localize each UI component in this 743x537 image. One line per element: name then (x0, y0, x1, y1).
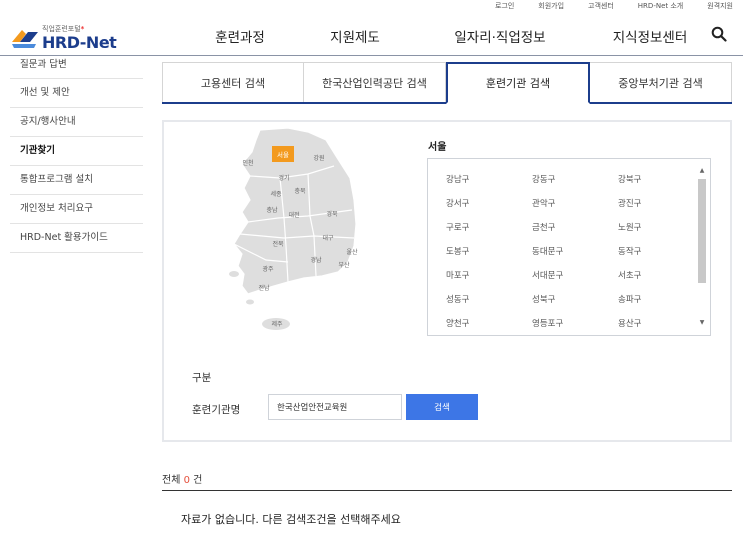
customer-center-link[interactable]: 고객센터 (588, 0, 614, 14)
category-label: 구분 (192, 372, 212, 384)
tab-central-agency[interactable]: 중앙부처기관 검색 (590, 62, 732, 102)
empty-message: 자료가 없습니다. 다른 검색조건을 선택해주세요 (181, 513, 401, 526)
side-menu-item-guide[interactable]: HRD-Net 활용가이드 (10, 224, 143, 253)
district-scrollbar[interactable]: ▲ ▼ (698, 167, 706, 327)
map-island (246, 299, 254, 305)
nav-support-system[interactable]: 지원제도 (300, 26, 410, 46)
result-total: 전체 0 건 (162, 475, 203, 486)
map-label-gyeongbuk[interactable]: 경북 (326, 211, 338, 218)
search-tabs: 고용센터 검색 한국산업인력공단 검색 훈련기관 검색 중앙부처기관 검색 (162, 62, 732, 104)
district-item[interactable]: 성동구 (446, 293, 532, 317)
nav-training-courses[interactable]: 훈련과정 (180, 26, 300, 46)
district-item[interactable]: 도봉구 (446, 245, 532, 269)
map-island (229, 271, 239, 277)
logo-icon (12, 30, 38, 48)
district-grid: 강남구 강동구 강북구강서구 관악구 광진구구로구 금천구 노원구도봉구 동대문구 동작구마포구… (446, 173, 696, 335)
header: 직업훈련포털* HRD-Net 훈련과정 지원제도 일자리·직업정보 지식정보센… (0, 14, 743, 56)
scroll-down-icon[interactable]: ▼ (698, 319, 706, 327)
district-item[interactable]: 마포구 (446, 269, 532, 293)
map-label-daejeon[interactable]: 대전 (288, 211, 299, 219)
map-label-busan[interactable]: 부산 (338, 261, 350, 269)
side-menu-item-suggestion[interactable]: 개선 및 제안 (10, 79, 143, 108)
district-item[interactable]: 동작구 (618, 245, 696, 269)
main-nav: 훈련과정 지원제도 일자리·직업정보 지식정보센터 (180, 26, 710, 46)
side-menu-item-privacy-request[interactable]: 개인정보 처리요구 (10, 195, 143, 224)
map-mainland (233, 127, 357, 295)
map-label-jeonnam[interactable]: 전남 (258, 284, 270, 292)
district-item[interactable]: 용산구 (618, 317, 696, 335)
result-count: 0 (183, 475, 190, 486)
district-item[interactable]: 광진구 (618, 197, 696, 221)
institution-name-label: 훈련기관명 (192, 404, 241, 416)
district-item[interactable]: 강동구 (532, 173, 618, 197)
about-link[interactable]: HRD-Net 소개 (638, 0, 683, 14)
district-item[interactable]: 강남구 (446, 173, 532, 197)
map-label-sejong[interactable]: 세종 (270, 190, 282, 198)
map-label-seoul[interactable]: 서울 (277, 150, 289, 159)
district-list: 강남구 강동구 강북구강서구 관악구 광진구구로구 금천구 노원구도봉구 동대문구 동작구마포구… (427, 158, 711, 336)
district-item[interactable]: 영등포구 (532, 317, 618, 335)
district-item[interactable]: 노원구 (618, 221, 696, 245)
search-icon[interactable] (711, 26, 727, 42)
scroll-up-icon[interactable]: ▲ (698, 167, 706, 175)
tab-hrd-korea[interactable]: 한국산업인력공단 검색 (304, 62, 446, 102)
map-label-gyeonggi[interactable]: 경기 (278, 174, 289, 182)
district-item[interactable]: 성북구 (532, 293, 618, 317)
logo[interactable]: 직업훈련포털* HRD-Net (10, 22, 120, 52)
side-menu: 질문과 답변 개선 및 제안 공지/행사안내 기관찾기 통합프로그램 설치 개인… (10, 58, 143, 253)
nav-job-info[interactable]: 일자리·직업정보 (410, 26, 590, 46)
signup-link[interactable]: 회원가입 (538, 0, 564, 14)
tab-training-institution[interactable]: 훈련기관 검색 (446, 62, 590, 104)
district-item[interactable]: 구로구 (446, 221, 532, 245)
institution-name-input[interactable] (268, 394, 402, 420)
district-item[interactable]: 동대문구 (532, 245, 618, 269)
map-label-daegu[interactable]: 대구 (322, 234, 334, 242)
side-menu-item-qna[interactable]: 질문과 답변 (10, 58, 143, 79)
remote-support-link[interactable]: 원격지원 (707, 0, 733, 14)
district-item[interactable]: 송파구 (618, 293, 696, 317)
district-item[interactable]: 강북구 (618, 173, 696, 197)
side-menu-item-find-institution[interactable]: 기관찾기 (10, 137, 143, 166)
map-label-incheon[interactable]: 인천 (242, 159, 253, 167)
search-button[interactable]: 검색 (406, 394, 478, 420)
district-item[interactable]: 서초구 (618, 269, 696, 293)
scroll-thumb[interactable] (698, 179, 706, 283)
utility-bar: 로그인 회원가입 고객센터 HRD-Net 소개 원격지원 (471, 0, 733, 14)
map-label-jeonbuk[interactable]: 전북 (272, 240, 284, 248)
login-link[interactable]: 로그인 (495, 0, 514, 14)
district-item[interactable]: 금천구 (532, 221, 618, 245)
nav-knowledge-center[interactable]: 지식정보센터 (590, 26, 710, 46)
map-label-gangwon[interactable]: 강원 (313, 154, 324, 162)
map-label-gyeongnam[interactable]: 경남 (310, 256, 322, 264)
side-menu-item-notice[interactable]: 공지/행사안내 (10, 108, 143, 137)
logo-name: HRD-Net (42, 33, 117, 52)
side-menu-item-program-install[interactable]: 통합프로그램 설치 (10, 166, 143, 195)
result-divider (162, 490, 732, 491)
map-label-jeju[interactable]: 제주 (271, 320, 283, 328)
district-item[interactable]: 강서구 (446, 197, 532, 221)
district-item[interactable]: 양천구 (446, 317, 532, 335)
tab-employment-center[interactable]: 고용센터 검색 (162, 62, 304, 102)
map-label-gwangju[interactable]: 광주 (262, 266, 274, 273)
district-item[interactable]: 관악구 (532, 197, 618, 221)
map-label-ulsan[interactable]: 울산 (346, 248, 358, 256)
map-label-chungbuk[interactable]: 충북 (294, 187, 306, 195)
map-label-chungnam[interactable]: 충남 (266, 206, 278, 214)
district-item[interactable]: 서대문구 (532, 269, 618, 293)
region-title: 서울 (428, 142, 447, 153)
korea-map: 서울 인천 강원 경기 세종 충북 충남 대전 경북 대구 전북 울산 경남 부… (229, 127, 358, 330)
search-panel: 서울 인천 강원 경기 세종 충북 충남 대전 경북 대구 전북 울산 경남 부… (162, 120, 732, 442)
